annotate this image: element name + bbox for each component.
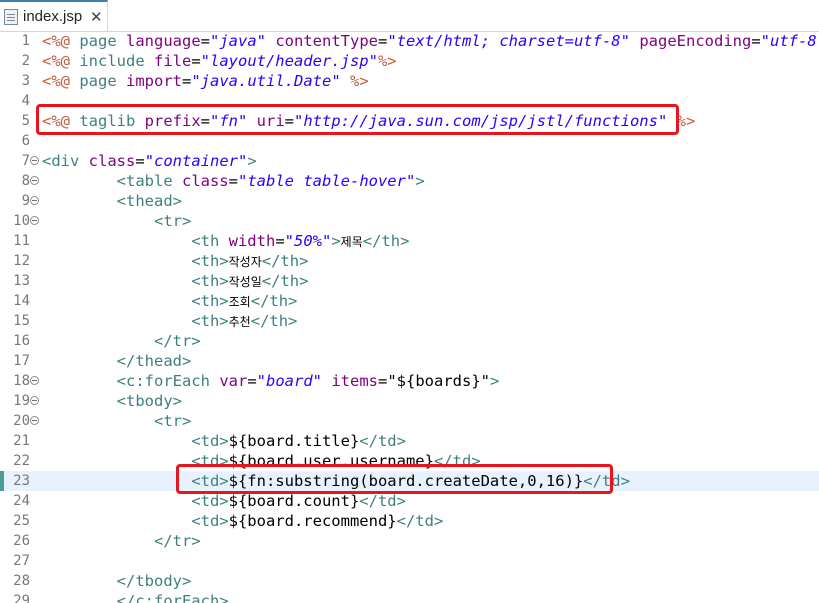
line-number: 12	[13, 253, 30, 269]
code-text: <tr>	[153, 412, 192, 430]
code-line[interactable]: 24 <td>${board.count}</td>	[0, 491, 819, 511]
code-text: </thead>	[116, 352, 192, 370]
code-text: <tr>	[153, 212, 192, 230]
code-text: <td>${board.title}</td>	[191, 432, 406, 450]
code-line[interactable]: 13 <th>작성일</th>	[0, 271, 819, 291]
code-line[interactable]: 2 <%@ include file="layout/header.jsp"%>	[0, 51, 819, 71]
fold-toggle-icon[interactable]	[30, 196, 39, 205]
code-line[interactable]: 9 <thead>	[0, 191, 819, 211]
highlight-box-taglib	[36, 104, 679, 135]
code-text: <%@ page import="java.util.Date" %>	[42, 72, 369, 90]
code-line[interactable]: 12 <th>작성자</th>	[0, 251, 819, 271]
line-number: 19	[13, 393, 30, 409]
code-line[interactable]: 28 </tbody>	[0, 571, 819, 591]
line-number: 11	[13, 233, 30, 249]
line-number: 9	[21, 193, 30, 209]
line-number: 21	[13, 433, 30, 449]
tab-index-jsp[interactable]: index.jsp ✕	[0, 0, 108, 31]
change-marker	[0, 471, 4, 491]
line-number: 20	[13, 413, 30, 429]
fold-toggle-icon[interactable]	[30, 216, 39, 225]
code-text: <div class="container">	[42, 152, 257, 170]
code-text: <th>조회</th>	[191, 292, 298, 310]
line-number: 13	[13, 273, 30, 289]
highlight-box-substring	[176, 464, 613, 494]
code-line[interactable]: 7 <div class="container">	[0, 151, 819, 171]
line-number: 25	[13, 513, 30, 529]
code-text: <th>작성자</th>	[191, 252, 309, 270]
code-line[interactable]: 17 </thead>	[0, 351, 819, 371]
line-number: 26	[13, 533, 30, 549]
code-line[interactable]: 8 <table class="table table-hover">	[0, 171, 819, 191]
code-line[interactable]: 1 <%@ page language="java" contentType="t…	[0, 31, 819, 51]
line-number: 14	[13, 293, 30, 309]
line-number: 15	[13, 313, 30, 329]
fold-toggle-icon[interactable]	[30, 416, 39, 425]
line-number: 1	[21, 33, 30, 49]
code-line[interactable]: 20 <tr>	[0, 411, 819, 431]
line-number: 22	[13, 453, 30, 469]
code-line[interactable]: 11 <th width="50%">제목</th>	[0, 231, 819, 251]
code-text: </tr>	[153, 332, 201, 350]
line-number: 16	[13, 333, 30, 349]
code-text: <table class="table table-hover">	[116, 172, 425, 190]
code-line[interactable]: 19 <tbody>	[0, 391, 819, 411]
line-number: 10	[13, 213, 30, 229]
fold-toggle-icon[interactable]	[30, 156, 39, 165]
code-text: </tr>	[153, 532, 201, 550]
code-text: <td>${board.count}</td>	[191, 492, 406, 510]
tab-title: index.jsp	[23, 8, 83, 25]
line-number: 6	[21, 133, 30, 149]
code-line[interactable]: 25 <td>${board.recommend}</td>	[0, 511, 819, 531]
line-number: 17	[13, 353, 30, 369]
fold-toggle-icon[interactable]	[30, 176, 39, 185]
fold-toggle-icon[interactable]	[30, 376, 39, 385]
code-text: <th width="50%">제목</th>	[191, 232, 410, 250]
code-line[interactable]: 21 <td>${board.title}</td>	[0, 431, 819, 451]
line-number: 2	[21, 53, 30, 69]
line-number: 8	[21, 173, 30, 189]
code-line[interactable]: 26 </tr>	[0, 531, 819, 551]
line-number: 3	[21, 73, 30, 89]
line-number: 23	[13, 473, 30, 489]
code-text: <c:forEach var="board" items="${boards}"…	[116, 372, 500, 390]
code-text: <%@ include file="layout/header.jsp"%>	[42, 52, 397, 70]
line-number: 18	[13, 373, 30, 389]
code-line[interactable]: 10 <tr>	[0, 211, 819, 231]
code-text: <thead>	[116, 192, 182, 210]
code-line[interactable]: 18 <c:forEach var="board" items="${board…	[0, 371, 819, 391]
code-text: <td>${board.recommend}</td>	[191, 512, 444, 530]
line-number: 7	[21, 153, 30, 169]
line-number: 5	[21, 113, 30, 129]
code-line[interactable]: 15 <th>추천</th>	[0, 311, 819, 331]
line-number: 29	[13, 593, 30, 603]
close-icon[interactable]: ✕	[90, 8, 103, 26]
code-text: <%@ page language="java" contentType="te…	[42, 32, 819, 50]
code-text: </tbody>	[116, 572, 192, 590]
code-text: <th>작성일</th>	[191, 272, 309, 290]
line-number: 4	[21, 93, 30, 109]
fold-toggle-icon[interactable]	[30, 396, 39, 405]
line-number: 27	[13, 553, 30, 569]
code-text: </c:forEach>	[116, 592, 229, 603]
code-text: <tbody>	[116, 392, 182, 410]
line-number: 24	[13, 493, 30, 509]
code-text: <th>추천</th>	[191, 312, 298, 330]
editor-tab-bar: index.jsp ✕	[0, 0, 819, 32]
code-line[interactable]: 16 </tr>	[0, 331, 819, 351]
code-line[interactable]: 3 <%@ page import="java.util.Date" %>	[0, 71, 819, 91]
code-line[interactable]: 14 <th>조회</th>	[0, 291, 819, 311]
line-number: 28	[13, 573, 30, 589]
code-line[interactable]: 29 </c:forEach>	[0, 591, 819, 603]
jsp-file-icon	[4, 9, 18, 25]
code-line[interactable]: 27	[0, 551, 819, 571]
